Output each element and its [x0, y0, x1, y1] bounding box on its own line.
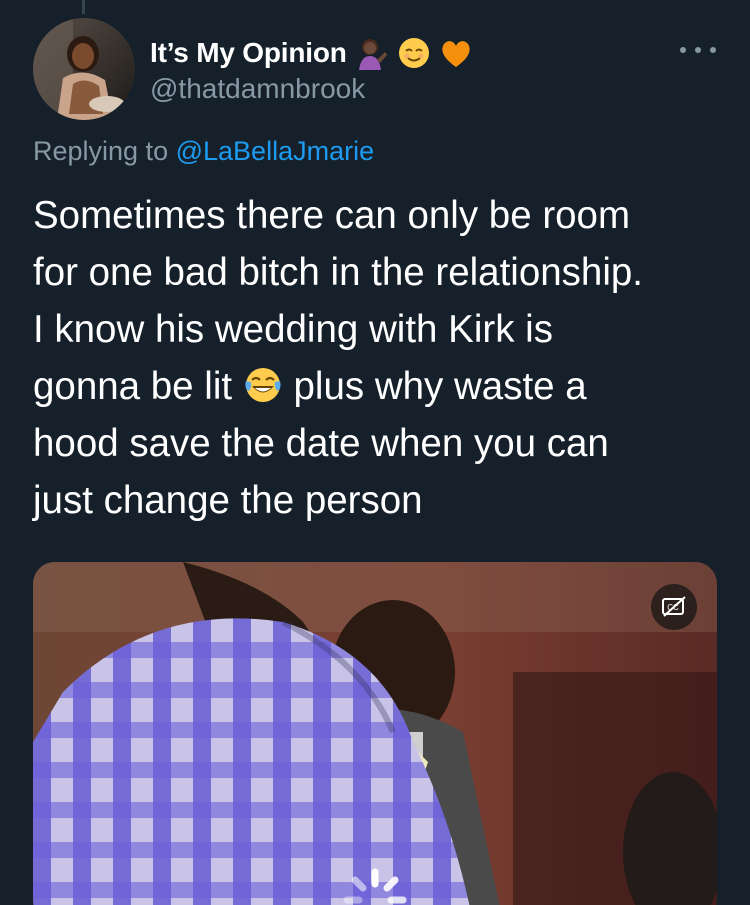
- tweet-text-line: hood save the date when you can: [33, 422, 609, 465]
- face-with-tears-of-joy-emoji: [243, 364, 283, 404]
- author-line: It’s My Opinion: [150, 36, 473, 70]
- tweet-text-line-with-emoji: gonna be lit plus why waste a: [33, 358, 723, 415]
- closed-captions-off-icon[interactable]: CC: [651, 584, 697, 630]
- tweet-text-line: I know his wedding with Kirk is: [33, 308, 553, 351]
- more-options-icon[interactable]: [680, 40, 716, 60]
- tweet-video[interactable]: CC: [33, 562, 717, 905]
- tweet-text-line: for one bad bitch in the relationship.: [33, 251, 643, 294]
- woman-tipping-hand-emoji: [355, 36, 389, 70]
- replying-to-prefix: Replying to: [33, 136, 169, 166]
- tweet-text: Sometimes there can only be room for one…: [33, 187, 723, 529]
- author-display-name[interactable]: It’s My Opinion: [150, 37, 347, 69]
- tweet-text-line: Sometimes there can only be room: [33, 194, 631, 237]
- replying-to-mention-link[interactable]: @LaBellaJmarie: [176, 136, 375, 166]
- tweet-text-segment: plus why waste a: [282, 365, 587, 408]
- avatar[interactable]: [33, 18, 135, 120]
- tweet-text-segment: gonna be lit: [33, 365, 233, 408]
- tweet-text-line: just change the person: [33, 479, 423, 522]
- relieved-face-emoji: [397, 36, 431, 70]
- replying-to-line: Replying to @LaBellaJmarie: [33, 136, 374, 167]
- author-handle[interactable]: @thatdamnbrook: [150, 73, 365, 105]
- thread-connector-line: [82, 0, 85, 14]
- loading-spinner-icon: [341, 866, 409, 905]
- orange-heart-emoji: [439, 36, 473, 70]
